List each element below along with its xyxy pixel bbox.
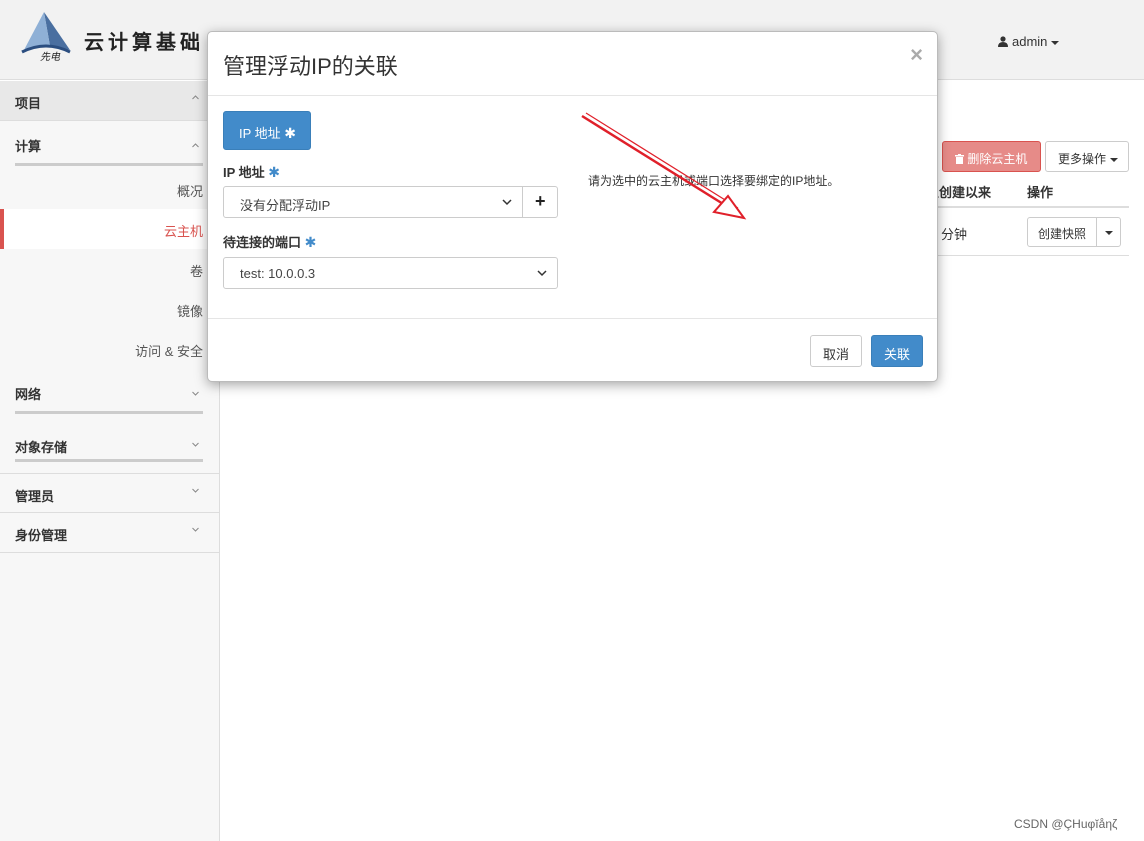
sidebar-group-network[interactable]: 网络 xyxy=(0,369,219,417)
brand-title: 云计算基础 xyxy=(84,30,204,54)
modal-header: 管理浮动IP的关联 × xyxy=(208,32,937,96)
chevron-down-icon xyxy=(192,488,199,493)
chevron-down-icon xyxy=(1051,40,1060,45)
sidebar-item-images[interactable]: 镜像 xyxy=(0,289,219,329)
create-snapshot-button[interactable]: 创建快照 xyxy=(1027,217,1097,247)
allocate-ip-button[interactable]: + xyxy=(522,186,558,218)
required-asterisk-icon: ✱ xyxy=(268,164,281,180)
chevron-down-icon xyxy=(1105,231,1113,235)
sidebar-group-compute[interactable]: 计算 xyxy=(0,121,219,169)
chevron-down-icon xyxy=(1110,157,1119,162)
sidebar-item-overview[interactable]: 概况 xyxy=(0,169,219,209)
group-divider xyxy=(15,163,203,166)
required-asterisk-icon: ✱ xyxy=(304,234,317,250)
sidebar-item-label: 概况 xyxy=(176,184,203,199)
port-select-value: test: 10.0.0.3 xyxy=(240,266,316,281)
sidebar-group-object-storage[interactable]: 对象存储 xyxy=(0,417,219,473)
brand-logo[interactable]: 先电 xyxy=(20,10,72,62)
tab-label: IP 地址 xyxy=(239,126,281,141)
port-label: 待连接的端口 ✱ xyxy=(223,232,316,251)
sidebar-group-label: 对象存储 xyxy=(15,440,68,455)
sidebar-item-label: 云主机 xyxy=(163,224,203,239)
trash-icon xyxy=(955,154,964,164)
user-icon xyxy=(998,36,1008,47)
sidebar-section-label: 身份管理 xyxy=(15,528,68,543)
annotation-arrow-icon xyxy=(581,112,747,220)
chevron-down-icon xyxy=(192,442,199,447)
ip-address-label: IP 地址 ✱ xyxy=(223,162,280,181)
sidebar: 项目 计算 概况 云主机 卷 镜像 访问 & 安全 网络 对象存储 管理员 身份… xyxy=(0,81,220,841)
table-cell-time: 分钟 xyxy=(941,227,968,242)
modal-title: 管理浮动IP的关联 xyxy=(223,54,398,79)
table-header-divider xyxy=(938,206,1129,208)
floating-ip-modal: 管理浮动IP的关联 × IP 地址 ✱ IP 地址 ✱ 没有分配浮动IP + 待… xyxy=(207,31,938,382)
table-row-divider xyxy=(938,255,1129,256)
cancel-button[interactable]: 取消 xyxy=(810,335,862,367)
snapshot-dropdown-toggle[interactable] xyxy=(1096,217,1121,247)
close-icon[interactable]: × xyxy=(910,42,923,68)
sidebar-group-label: 计算 xyxy=(15,139,42,154)
sidebar-item-label: 访问 & 安全 xyxy=(135,344,203,359)
ip-address-select[interactable]: 没有分配浮动IP xyxy=(223,186,523,218)
group-divider xyxy=(15,411,203,414)
sidebar-item-volumes[interactable]: 卷 xyxy=(0,249,219,289)
delete-instance-label: 删除云主机 xyxy=(967,152,1028,166)
sidebar-item-label: 卷 xyxy=(189,264,203,279)
associate-button[interactable]: 关联 xyxy=(871,335,923,367)
sidebar-section-project[interactable]: 项目 xyxy=(0,81,219,121)
watermark: CSDN @ÇHuφĭåηζ xyxy=(1014,817,1118,831)
plus-icon: + xyxy=(535,191,546,211)
delete-instance-button[interactable]: 删除云主机 xyxy=(942,141,1041,172)
sidebar-section-label: 管理员 xyxy=(15,489,55,504)
sidebar-group-label: 网络 xyxy=(15,387,42,402)
chevron-up-icon xyxy=(192,95,199,100)
modal-footer: 取消 关联 xyxy=(208,318,937,382)
chevron-down-icon xyxy=(502,199,512,206)
port-label-text: 待连接的端口 xyxy=(223,235,302,250)
logo-text: 先电 xyxy=(40,51,61,62)
more-actions-label: 更多操作 xyxy=(1058,152,1107,166)
ip-address-label-text: IP 地址 xyxy=(223,165,265,180)
tab-ip-address[interactable]: IP 地址 ✱ xyxy=(223,111,311,150)
sidebar-item-access-security[interactable]: 访问 & 安全 xyxy=(0,329,219,369)
chevron-down-icon xyxy=(192,391,199,396)
more-actions-button[interactable]: 更多操作 xyxy=(1045,141,1129,172)
required-asterisk-icon: ✱ xyxy=(284,125,297,141)
user-name: admin xyxy=(1012,34,1048,49)
column-header-actions: 操作 xyxy=(1027,185,1054,200)
user-menu[interactable]: admin xyxy=(998,34,1060,49)
chevron-down-icon xyxy=(537,270,547,277)
sidebar-item-label: 镜像 xyxy=(176,304,203,319)
sidebar-section-identity[interactable]: 身份管理 xyxy=(0,513,219,553)
ip-address-select-value: 没有分配浮动IP xyxy=(240,198,331,213)
sidebar-item-instances[interactable]: 云主机 xyxy=(0,209,219,249)
group-divider xyxy=(15,459,203,462)
port-select[interactable]: test: 10.0.0.3 xyxy=(223,257,558,289)
sidebar-section-admin[interactable]: 管理员 xyxy=(0,473,219,513)
chevron-up-icon xyxy=(192,143,199,148)
sidebar-section-label: 项目 xyxy=(15,96,42,111)
help-text: 请为选中的云主机或端口选择要绑定的IP地址。 xyxy=(588,174,840,188)
chevron-down-icon xyxy=(192,527,199,532)
